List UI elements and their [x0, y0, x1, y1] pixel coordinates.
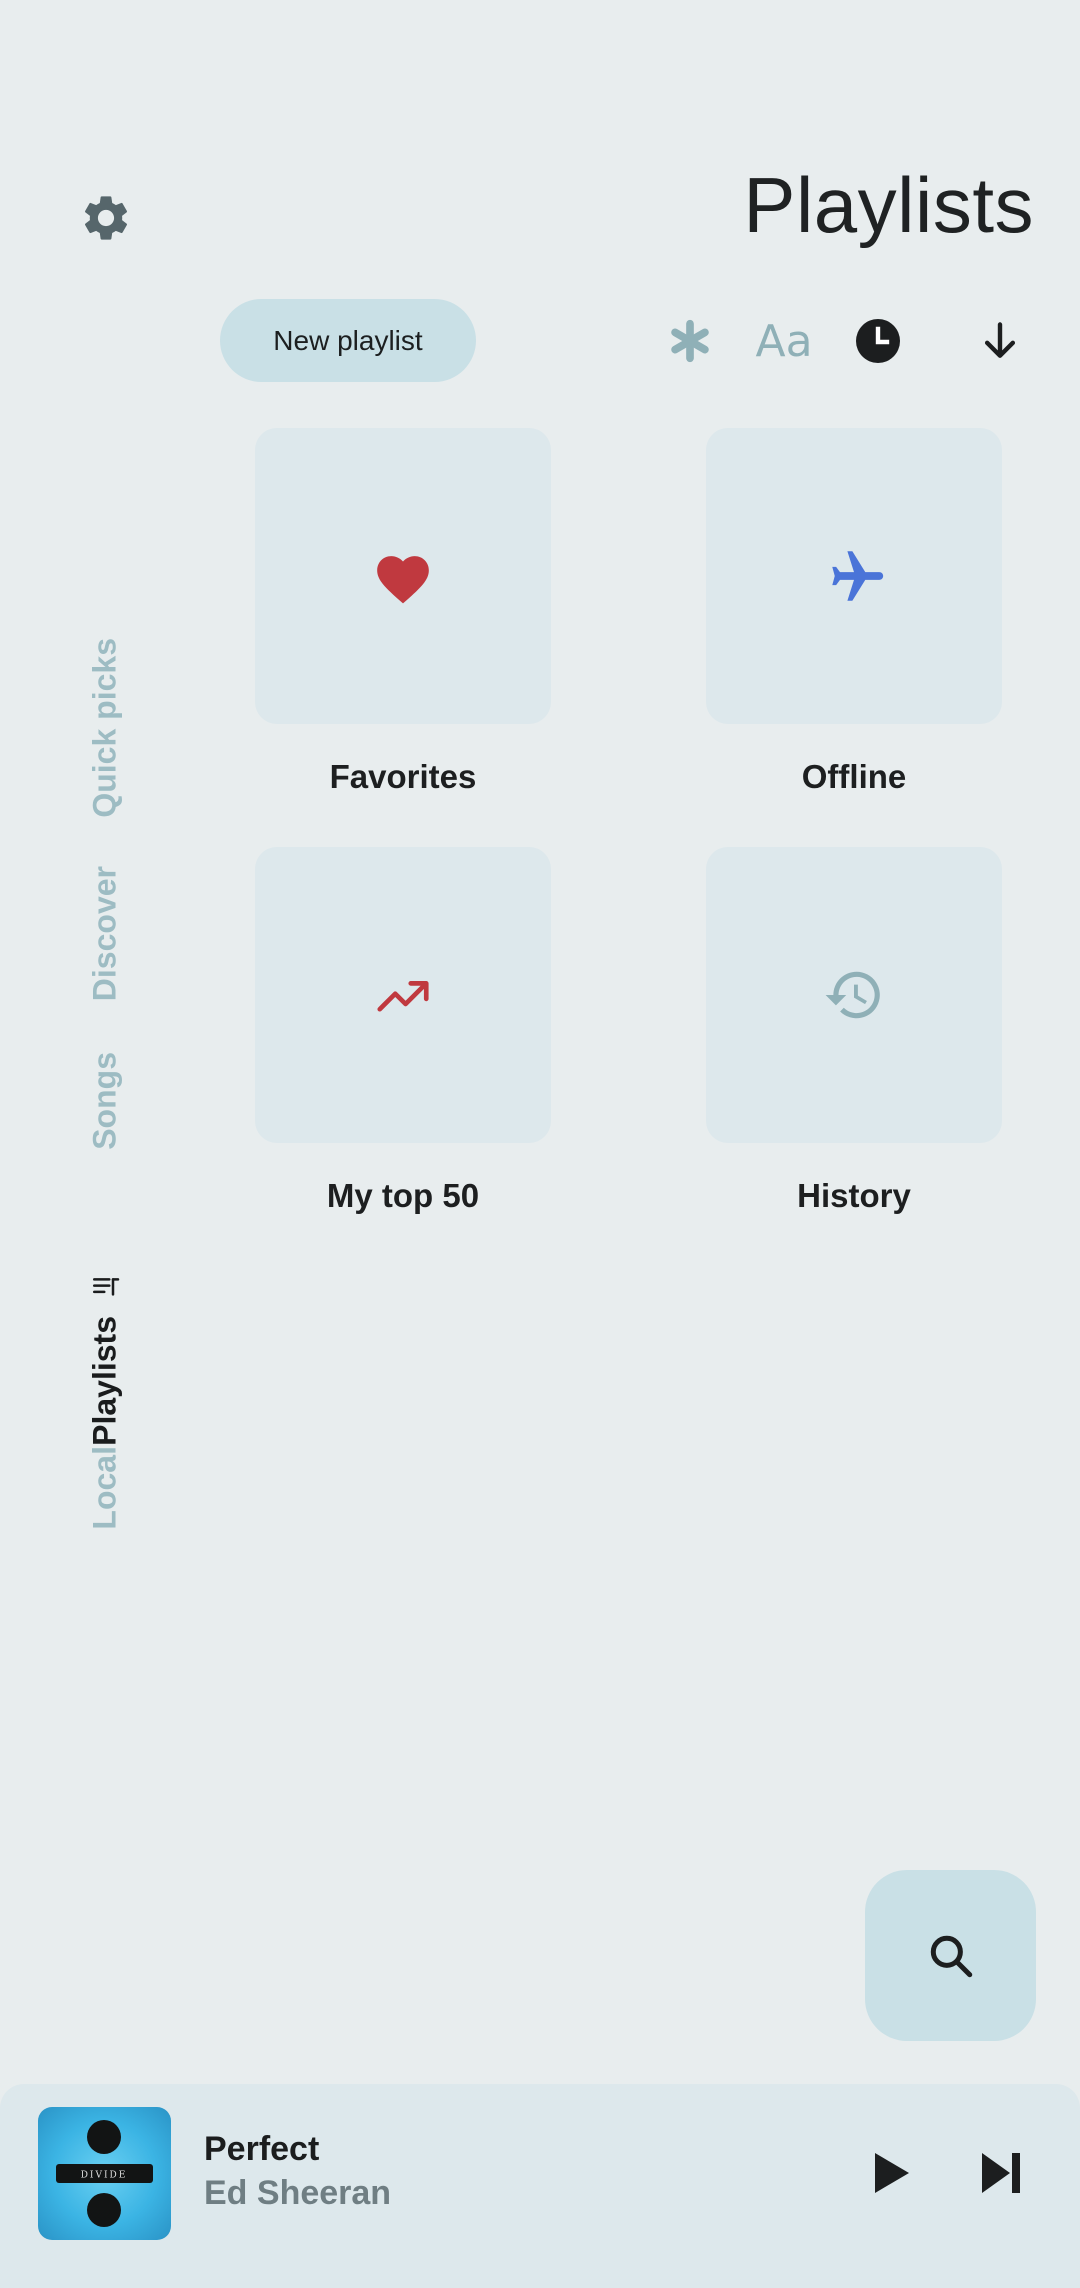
playlist-label: Offline	[801, 758, 907, 795]
next-button[interactable]	[966, 2138, 1036, 2208]
search-icon	[930, 1935, 972, 1977]
playlist-card-my-top-50[interactable]	[255, 847, 551, 1143]
sidebar-item-label: Songs	[86, 1052, 123, 1150]
new-playlist-button[interactable]: New playlist	[220, 299, 476, 382]
font-icon: Aa	[755, 315, 813, 367]
sidebar-item-label: Discover	[86, 866, 123, 1002]
trending-up-icon	[377, 981, 429, 1012]
album-cover-text: DIVIDE	[81, 2171, 128, 2181]
play-icon	[875, 2153, 909, 2193]
airplane-icon	[832, 551, 884, 601]
sidebar-item-quick-picks[interactable]: Quick picks	[87, 638, 124, 818]
sort-by-date-button[interactable]	[842, 305, 914, 377]
playlist-label: My top 50	[326, 1177, 480, 1214]
play-button[interactable]	[856, 2138, 926, 2208]
sidebar-item-label: Quick picks	[86, 638, 123, 818]
asterisk-icon	[671, 319, 709, 363]
playlist-label: Favorites	[329, 758, 477, 795]
sidebar-item-playlists[interactable]: Playlists	[87, 1272, 124, 1446]
playlist-card-offline[interactable]	[706, 428, 1002, 724]
song-artist: Ed Sheeran	[204, 2174, 392, 2212]
playlist-card-favorites[interactable]	[255, 428, 551, 724]
gear-icon	[84, 196, 128, 240]
page-title: Playlists	[743, 161, 1034, 249]
playlist-icon	[92, 1278, 119, 1296]
playlist-card-history[interactable]	[706, 847, 1002, 1143]
sidebar-item-label: Playlists	[86, 1316, 123, 1446]
sort-by-name-button[interactable]: Aa	[748, 305, 820, 377]
sort-order-button[interactable]	[964, 305, 1036, 377]
sidebar-item-label: Local	[86, 1446, 123, 1530]
search-button[interactable]	[865, 1870, 1036, 2041]
clock-icon	[856, 319, 900, 363]
sidebar-item-local[interactable]: Local	[87, 1446, 124, 1530]
history-icon	[825, 971, 880, 1019]
album-art: DIVIDE	[56, 2120, 153, 2227]
arrow-down-icon	[984, 322, 1016, 358]
skip-next-icon	[982, 2153, 1020, 2193]
song-title: Perfect	[204, 2130, 320, 2168]
settings-button[interactable]	[78, 190, 134, 246]
playlist-label: History	[797, 1177, 911, 1214]
sidebar-item-discover[interactable]: Discover	[87, 866, 124, 1001]
heart-icon	[377, 556, 429, 604]
sidebar-item-songs[interactable]: Songs	[87, 1052, 124, 1150]
album-cover[interactable]: DIVIDE	[38, 2107, 171, 2240]
sort-by-default-button[interactable]	[654, 305, 726, 377]
